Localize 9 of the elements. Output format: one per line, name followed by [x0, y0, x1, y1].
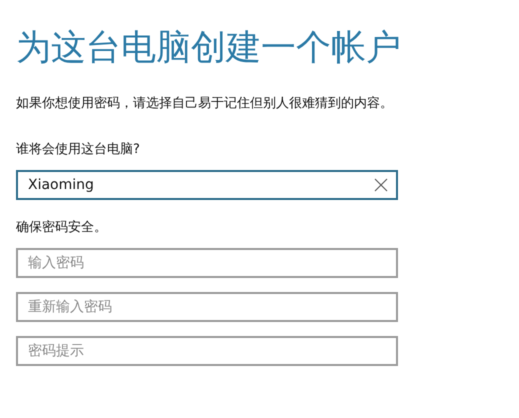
name-label: 谁将会使用这台电脑? [16, 141, 140, 158]
password-field[interactable]: 密码提示 [16, 336, 398, 366]
password-label: 确保密码安全。 [16, 219, 107, 236]
description-text: 如果你想使用密码，请选择自己易于记住但别人很难猜到的内容。 [16, 95, 394, 112]
password-field[interactable]: 输入密码 [16, 248, 398, 278]
name-field[interactable]: Xiaoming [16, 170, 398, 200]
page-title: 为这台电脑创建一个帐户 [16, 27, 401, 70]
password-field[interactable]: 重新输入密码 [16, 292, 398, 322]
clear-icon[interactable] [374, 178, 388, 192]
